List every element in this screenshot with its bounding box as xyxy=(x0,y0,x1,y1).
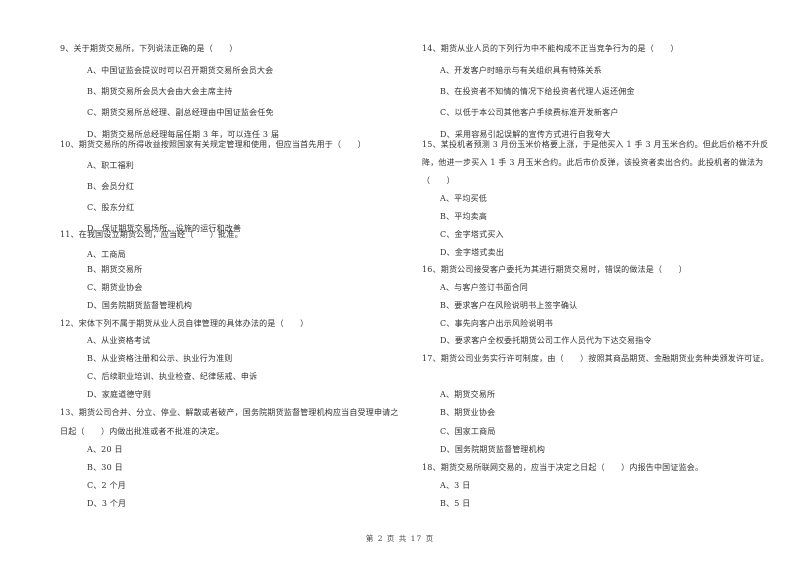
question-17-option-c: C、国家工商局 xyxy=(440,427,496,436)
question-11-option-a: A、工商局 xyxy=(87,250,126,259)
question-16-option-d: D、要求客户全权委托期货公司工作人员代为下达交易指令 xyxy=(440,336,652,345)
question-17-option-a: A、期货交易所 xyxy=(440,390,496,399)
question-17-option-b: B、期货业协会 xyxy=(440,408,496,417)
question-10-option-c: C、股东分红 xyxy=(87,203,135,212)
question-15-option-a: A、平均买低 xyxy=(440,194,487,203)
question-15-option-b: B、平均卖高 xyxy=(440,212,488,221)
question-11-option-d: D、国务院期货监督管理机构 xyxy=(87,301,193,310)
question-17-stem: 17、期货公司业务实行许可制度，由（ ）按照其商品期货、金融期货业务种类颁发许可… xyxy=(422,354,769,363)
question-18-option-b: B、5 日 xyxy=(440,499,471,508)
question-16-stem: 16、期货公司接受客户委托为其进行期货交易时，错误的做法是（ ） xyxy=(422,265,687,274)
question-12-option-a: A、从业资格考试 xyxy=(87,336,151,345)
question-16-option-a: A、与客户签订书面合同 xyxy=(440,283,528,292)
question-15-stem-line-2: 降，他进一步买入 1 手 3 月玉米合约。此后市价反弹，该投资者卖出合约。此投机… xyxy=(422,158,764,167)
question-16-option-b: B、要求客户在风险说明书上签字确认 xyxy=(440,301,578,310)
question-12-option-b: B、从业资格注册和公示、执业行为准则 xyxy=(87,354,233,363)
question-15-option-d: D、金字塔式卖出 xyxy=(440,248,505,257)
question-12-option-c: C、后续职业培训、执业检查、纪律惩戒、申诉 xyxy=(87,372,258,381)
question-13-option-a: A、20 日 xyxy=(87,445,123,454)
question-15-stem-line-3: （ ） xyxy=(422,176,455,185)
question-11-option-c: C、期货业协会 xyxy=(87,283,143,292)
question-14-option-b: B、在投资者不知情的情况下给投资者代理人返还佣金 xyxy=(440,87,635,96)
question-10-option-a: A、职工福利 xyxy=(87,161,134,170)
question-13-option-b: B、30 日 xyxy=(87,463,123,472)
question-9-option-a: A、中国证监会提议时可以召开期货交易所会员大会 xyxy=(87,66,274,75)
question-14-stem: 14、期货从业人员的下列行为中不能构成不正当竞争行为的是（ ） xyxy=(422,44,679,53)
page-number-footer: 第 2 页 共 17 页 xyxy=(365,534,435,543)
question-14-option-c: C、以低于本公司其他客户手续费标准开发新客户 xyxy=(440,108,619,117)
question-17-option-d: D、国务院期货监督管理机构 xyxy=(440,445,546,454)
question-14-option-a: A、开发客户时暗示与有关组织具有特殊关系 xyxy=(440,66,602,75)
question-9-option-c: C、期货交易所总经理、副总经理由中国证监会任免 xyxy=(87,108,274,117)
question-9-option-b: B、期货交易所会员大会由大会主席主持 xyxy=(87,87,233,96)
question-9-stem: 9、关于期货交易所，下列说法正确的是（ ） xyxy=(60,44,238,53)
question-12-stem: 12、宋体下列不属于期货从业人员自律管理的具体办法的是（ ） xyxy=(60,319,309,328)
question-11-stem: 11、在我国设立期货公司，应当经（ ）批准。 xyxy=(60,230,243,239)
question-18-stem: 18、期货交易所联网交易的，应当于决定之日起（ ）内报告中国证监会。 xyxy=(422,463,704,472)
question-14-option-d: D、采用容易引起误解的宣传方式进行自我夸大 xyxy=(440,130,611,139)
question-18-option-a: A、3 日 xyxy=(440,481,471,490)
question-13-option-d: D、3 个月 xyxy=(87,499,127,508)
question-10-stem: 10、期货交易所的所得收益按照国家有关规定管理和使用，但应当首先用于（ ） xyxy=(60,140,366,149)
question-15-stem-line-1: 15、某投机者预测 3 月份玉米价格要上涨，于是他买入 1 手 3 月玉米合约。… xyxy=(422,140,769,149)
question-13-stem-line-2: 日起（ ）内做出批准或者不批准的决定。 xyxy=(60,427,224,436)
question-9-option-d: D、期货交易所总经理每届任期 3 年，可以连任 3 届 xyxy=(87,130,280,139)
question-13-option-c: C、2 个月 xyxy=(87,481,126,490)
question-10-option-b: B、会员分红 xyxy=(87,182,135,191)
question-16-option-c: C、事先向客户出示风险说明书 xyxy=(440,319,553,328)
question-13-stem-line-1: 13、期货公司合并、分立、停业、解散或者破产，国务院期货监督管理机构应当自受理申… xyxy=(60,408,399,417)
question-12-option-d: D、家庭道德守则 xyxy=(87,390,152,399)
question-11-option-b: B、期货交易所 xyxy=(87,265,143,274)
question-15-option-c: C、金字塔式买入 xyxy=(440,230,504,239)
